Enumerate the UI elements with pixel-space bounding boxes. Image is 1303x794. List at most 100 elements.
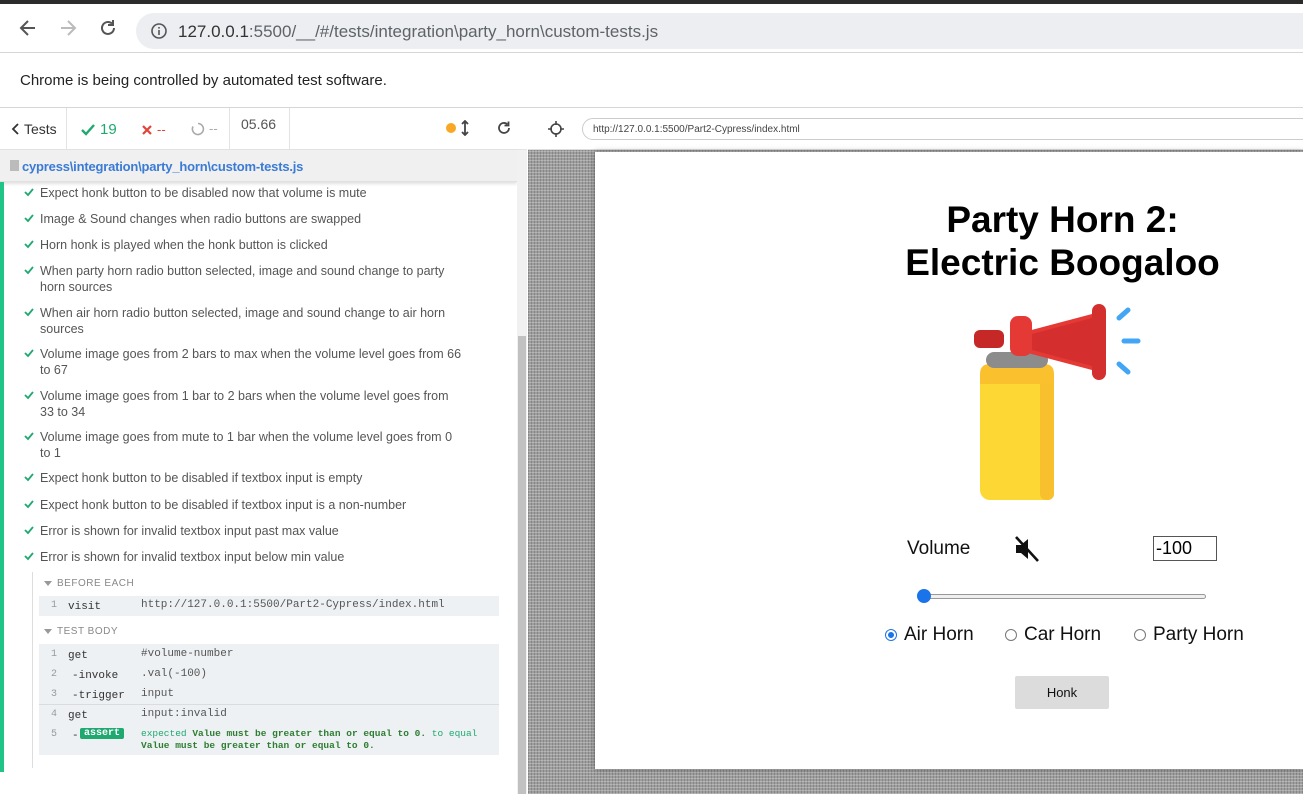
test-title: Volume image goes from 2 bars to max whe… [40,347,462,377]
command-name: visit [68,601,102,613]
check-icon [24,188,34,197]
passed-number: 19 [100,121,117,138]
aut-url[interactable]: http://127.0.0.1:5500/Part2-Cypress/inde… [582,118,1303,140]
scrollbar-thumb[interactable] [518,336,526,794]
page-title: Party Horn 2: Electric Boogaloo [875,198,1250,284]
command-row-assert[interactable]: 5 - assert expected Value must be greate… [39,725,499,755]
rerun-icon[interactable] [496,120,512,139]
command-name: get [68,710,88,722]
check-icon [24,391,34,400]
browser-toolbar: 127.0.0.1:5500/__/#/tests/integration\pa… [0,0,1303,52]
test-item[interactable]: Expect honk button to be disabled if tex… [24,470,464,486]
reporter-scrollbar[interactable] [517,150,527,794]
radio-air-horn[interactable]: Air Horn [885,624,974,646]
test-title: When air horn radio button selected, ima… [40,306,446,336]
failed-count: -- [141,122,166,137]
honk-button[interactable]: Honk [1015,676,1109,709]
assert-message: expected Value must be greater than or e… [141,728,497,752]
hook-title: BEFORE EACH [57,578,135,589]
test-title: Expect honk button to be disabled now th… [40,186,367,200]
radio-label: Party Horn [1153,624,1244,645]
test-item[interactable]: Error is shown for invalid textbox input… [24,523,464,539]
info-icon[interactable] [150,22,168,45]
hook-title: TEST BODY [57,626,118,637]
hook-before-each[interactable]: BEFORE EACH [39,574,499,594]
test-item[interactable]: Volume image goes from 1 bar to 2 bars w… [24,388,464,420]
test-item[interactable]: When party horn radio button selected, i… [24,263,464,295]
command-row[interactable]: 3 -trigger input [39,685,499,705]
radio-car-horn[interactable]: Car Horn [1005,624,1101,646]
assert-to-equal-word: to equal [431,728,478,739]
test-item[interactable]: Image & Sound changes when radio buttons… [24,211,464,227]
command-name: -invoke [72,670,119,682]
command-tree-line [32,572,33,768]
test-title: Expect honk button to be disabled if tex… [40,498,407,512]
pending-count: -- [191,121,218,136]
test-item[interactable]: Volume image goes from 2 bars to max whe… [24,346,464,378]
volume-muted-icon [1015,536,1039,562]
x-icon [142,124,152,135]
cypress-reporter: Tests 19 -- -- 05.66 cypress\integration… [0,108,527,794]
command-row[interactable]: 1 get #volume-number [39,645,499,665]
check-icon [24,432,34,441]
address-bar[interactable]: 127.0.0.1:5500/__/#/tests/integration\pa… [136,13,1303,49]
command-row[interactable]: 1 visit http://127.0.0.1:5500/Part2-Cypres… [39,596,499,616]
hook-commands: 1 get #volume-number 2 -invoke .val(-100) 3 -… [39,644,499,755]
app-frame: Party Horn 2:Electric Boogaloo Volume Ai… [595,152,1303,769]
test-item[interactable]: Expect honk button to be disabled now th… [24,185,464,201]
running-indicator-icon [446,123,456,133]
command-message: input:invalid [141,708,227,720]
test-title: Expect honk button to be disabled if tex… [40,471,363,485]
url-path: :5500/__/#/tests/integration\party_horn\… [248,22,659,41]
test-item[interactable]: Horn honk is played when the honk button… [24,237,464,253]
test-title: Horn honk is played when the honk button… [40,238,328,252]
slider-thumb[interactable] [917,589,931,603]
reporter-header: Tests 19 -- -- 05.66 [0,108,527,150]
assert-expected-word: expected [141,728,187,739]
forward-arrow-icon[interactable] [58,18,78,38]
spec-path-link[interactable]: cypress\integration\party_horn\custom-te… [22,159,303,174]
test-item[interactable]: Volume image goes from mute to 1 bar whe… [24,429,464,461]
volume-number-input[interactable] [1153,536,1217,561]
check-icon [24,308,34,317]
check-icon [24,552,34,561]
test-title: Error is shown for invalid textbox input… [40,550,345,564]
failed-number: -- [157,122,166,137]
test-item[interactable]: Expect honk button to be disabled if tex… [24,497,464,513]
radio-button[interactable] [1005,629,1017,641]
command-message: .val(-100) [141,668,208,680]
command-name: - [72,730,79,742]
title-line-1: Party Horn 2: [946,199,1179,240]
selector-playground-icon[interactable] [548,121,564,142]
test-title: When party horn radio button selected, i… [40,264,445,294]
command-row[interactable]: 2 -invoke .val(-100) [39,665,499,685]
tests-back-button[interactable]: Tests [0,108,67,150]
test-item[interactable]: When air horn radio button selected, ima… [24,305,464,337]
aut-header: http://127.0.0.1:5500/Part2-Cypress/inde… [528,108,1303,150]
command-row[interactable]: 4 get input:invalid [39,705,499,725]
test-item[interactable]: Error is shown for invalid textbox input… [24,549,464,565]
pending-number: -- [209,121,218,136]
hook-commands: 1 visit http://127.0.0.1:5500/Part2-Cypres… [39,596,499,616]
check-icon [24,526,34,535]
auto-scroll-icon[interactable] [460,119,470,139]
command-message: #volume-number [141,648,234,660]
test-title: Volume image goes from mute to 1 bar whe… [40,430,453,460]
test-list: Expect honk button to be disabled now th… [4,182,517,772]
check-icon [24,214,34,223]
radio-party-horn[interactable]: Party Horn [1134,624,1244,646]
test-title: Image & Sound changes when radio buttons… [40,212,362,226]
test-title: Volume image goes from 1 bar to 2 bars w… [40,389,449,419]
radio-label: Car Horn [1024,624,1102,645]
air-horn-image [974,304,1141,500]
command-number: 4 [51,709,58,720]
radio-button[interactable] [1134,629,1146,641]
volume-slider[interactable] [915,588,1208,604]
command-number: 5 [51,729,58,740]
hook-test-body[interactable]: TEST BODY [39,622,499,642]
duration-text: 05.66 [241,116,277,132]
command-name: get [68,650,88,662]
reload-icon[interactable] [98,18,118,38]
radio-button[interactable] [885,629,897,641]
back-arrow-icon[interactable] [18,18,38,38]
